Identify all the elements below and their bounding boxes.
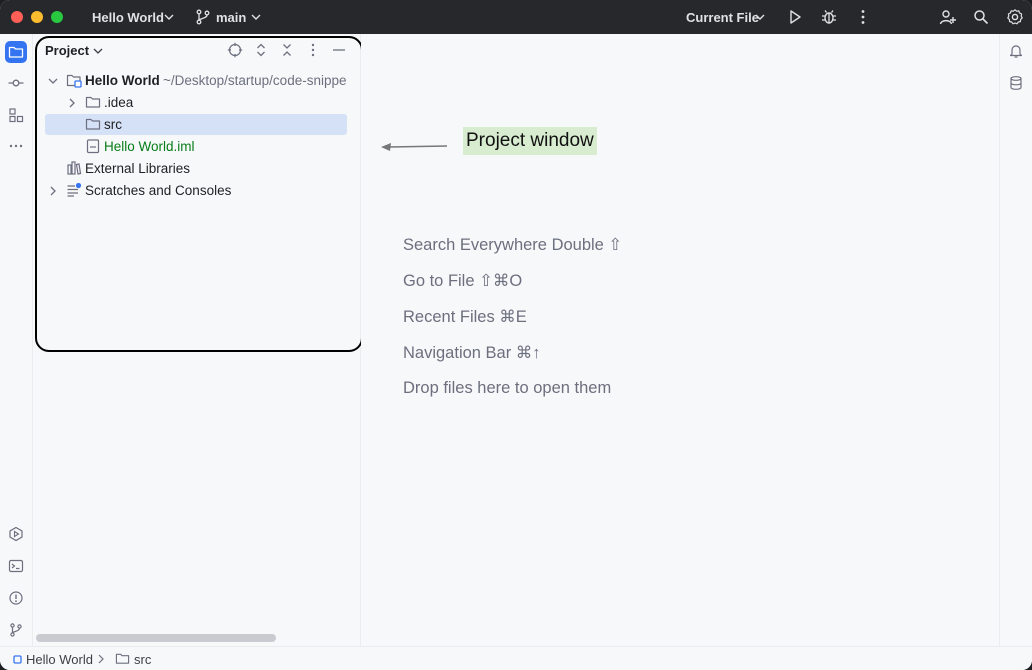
database-icon [1008, 75, 1024, 91]
minimize-window-button[interactable] [31, 11, 43, 23]
services-tool-button[interactable] [5, 523, 27, 545]
module-icon [13, 655, 22, 664]
structure-tool-button[interactable] [5, 104, 27, 126]
left-tool-strip [0, 34, 33, 646]
settings-gear-icon[interactable] [1006, 8, 1024, 26]
zoom-window-button[interactable] [51, 11, 63, 23]
hint-recent-files[interactable]: Recent Files ⌘E [403, 307, 527, 327]
terminal-tool-button[interactable] [5, 555, 27, 577]
branch-name: main [216, 10, 246, 25]
breadcrumb-item-project[interactable]: Hello World [26, 652, 93, 667]
services-icon [8, 526, 24, 542]
ide-window: Hello World main Current File [0, 0, 1032, 670]
project-window-highlight [35, 36, 363, 352]
chevron-down-icon [251, 12, 261, 22]
terminal-icon [8, 558, 24, 574]
git-branch-icon [194, 8, 212, 26]
horizontal-scrollbar[interactable] [36, 634, 276, 642]
structure-icon [8, 107, 24, 123]
problems-icon [8, 590, 24, 606]
commit-icon [8, 75, 24, 91]
add-user-icon[interactable] [939, 8, 957, 26]
debug-icon[interactable] [820, 8, 838, 26]
project-name: Hello World [92, 10, 164, 25]
right-tool-strip [999, 34, 1032, 646]
folder-icon [115, 651, 130, 666]
project-tool-button[interactable] [5, 41, 27, 63]
problems-tool-button[interactable] [5, 587, 27, 609]
more-actions-icon[interactable] [854, 8, 872, 26]
editor-empty-area: Project window Search Everywhere Double … [361, 34, 999, 646]
annotation-arrow [377, 139, 449, 153]
search-icon[interactable] [972, 8, 990, 26]
folder-icon [8, 44, 24, 60]
close-window-button[interactable] [11, 11, 23, 23]
status-bar: Hello World src [0, 646, 1032, 670]
chevron-down-icon [164, 12, 174, 22]
hint-navigation-bar[interactable]: Navigation Bar ⌘↑ [403, 343, 541, 363]
chevron-right-icon [96, 654, 106, 664]
run-icon[interactable] [786, 8, 804, 26]
hint-go-to-file[interactable]: Go to File ⇧⌘O [403, 271, 522, 291]
commit-tool-button[interactable] [5, 72, 27, 94]
notifications-button[interactable] [1005, 40, 1027, 62]
bell-icon [1008, 43, 1024, 59]
breadcrumb-item-src[interactable]: src [134, 652, 151, 667]
run-config-label: Current File [686, 10, 759, 25]
more-tools-button[interactable] [5, 135, 27, 157]
git-tool-button[interactable] [5, 619, 27, 641]
title-bar: Hello World main Current File [0, 0, 1032, 34]
hint-drop-files: Drop files here to open them [403, 379, 611, 398]
hint-search-everywhere[interactable]: Search Everywhere Double ⇧ [403, 235, 622, 255]
database-tool-button[interactable] [1005, 72, 1027, 94]
git-branch-icon [8, 622, 24, 638]
chevron-down-icon [755, 12, 765, 22]
more-horizontal-icon [8, 138, 24, 154]
annotation-label: Project window [463, 127, 597, 155]
